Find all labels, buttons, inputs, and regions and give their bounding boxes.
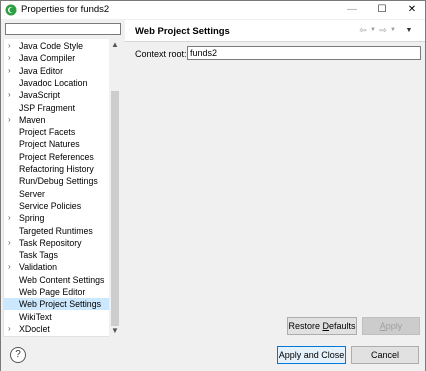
eclipse-app-icon [5, 4, 17, 16]
close-button[interactable]: ✕ [397, 1, 426, 19]
tree-item[interactable]: › Spring [4, 212, 109, 224]
view-menu-icon[interactable]: ▼ [404, 27, 414, 38]
chevron-right-icon[interactable]: › [8, 212, 16, 224]
apply-button[interactable]: Apply [362, 317, 420, 335]
tree-item[interactable]: Run/Debug Settings [4, 175, 109, 187]
chevron-right-icon[interactable]: › [8, 52, 16, 64]
tree-item-label: Spring [19, 213, 45, 224]
tree-scrollbar[interactable]: ▲ ▼ [109, 39, 121, 337]
page-title: Web Project Settings [135, 26, 230, 37]
tree-item-label: Java Code Style [19, 41, 84, 51]
filter-input[interactable] [5, 23, 121, 35]
window-title: Properties for funds2 [21, 4, 110, 15]
tree-item-label: Maven [19, 114, 46, 125]
chevron-right-icon[interactable]: › [8, 323, 16, 335]
properties-dialog: Properties for funds2 — ☐ ✕ › Java Code S… [0, 0, 426, 371]
context-root-input[interactable] [187, 46, 421, 60]
tree-item[interactable]: Server [4, 188, 109, 200]
forward-dropdown-icon[interactable]: ▼ [388, 27, 398, 38]
bottom-bar: ? Apply and Close Cancel [1, 340, 425, 371]
apply-suffix: pply [385, 321, 403, 331]
tree-item[interactable]: Project Facets [4, 126, 109, 138]
tree-item[interactable]: Refactoring History [4, 163, 109, 175]
tree-item-label: WikiText [19, 311, 52, 322]
restore-defaults-button[interactable]: Restore Defaults [287, 317, 357, 335]
tree-item[interactable]: Task Tags [4, 249, 109, 261]
restore-defaults-prefix: Restore [288, 321, 323, 331]
tree-item-label: JavaScript [19, 90, 61, 101]
tree-item-label: Service Policies [19, 200, 82, 211]
tree-item[interactable]: Targeted Runtimes [4, 225, 109, 237]
chevron-right-icon[interactable]: › [8, 261, 16, 273]
tree-item-label: Validation [19, 262, 57, 273]
apply-and-close-button[interactable]: Apply and Close [277, 346, 346, 364]
tree-item-label: JSP Fragment [19, 102, 76, 113]
tree-item-label: Server [19, 188, 45, 199]
tree-item[interactable]: Javadoc Location [4, 77, 109, 89]
cancel-button[interactable]: Cancel [351, 346, 419, 364]
tree-item-label: Run/Debug Settings [19, 176, 98, 187]
tree-item[interactable]: › Java Editor [4, 65, 109, 77]
scroll-up-icon[interactable]: ▲ [109, 39, 121, 51]
tree-item-label: Web Content Settings [19, 274, 105, 285]
tree-item[interactable]: Web Project Settings [4, 298, 109, 311]
tree-item-label: Java Compiler [19, 53, 76, 64]
tree-item-label: Project Facets [19, 127, 76, 138]
left-pane: › Java Code Style › Java Compiler › Java Edit… [3, 20, 123, 340]
forward-arrow-icon[interactable]: ⇨ [378, 25, 388, 36]
tree-item-label: Task Repository [19, 237, 82, 248]
tree-item[interactable]: WikiText [4, 311, 109, 323]
property-tree: › Java Code Style › Java Compiler › Java Edit… [3, 39, 109, 337]
tree-item[interactable]: JSP Fragment [4, 102, 109, 114]
tree-item[interactable]: › Maven [4, 114, 109, 126]
back-dropdown-icon[interactable]: ▼ [368, 27, 378, 38]
tree-item-label: Targeted Runtimes [19, 225, 93, 236]
tree-item[interactable]: Web Page Editor [4, 286, 109, 298]
tree-item[interactable]: › Task Repository [4, 237, 109, 249]
back-arrow-icon[interactable]: ⇦ [358, 25, 368, 36]
tree-item[interactable]: › Java Code Style [4, 40, 109, 52]
tree-item-label: Project References [19, 151, 94, 162]
tree-item[interactable]: Service Policies [4, 200, 109, 212]
chevron-right-icon[interactable]: › [8, 114, 16, 126]
tree-item[interactable]: Project Natures [4, 138, 109, 150]
tree-item[interactable]: › Validation [4, 261, 109, 273]
tree-item-label: XDoclet [19, 323, 50, 334]
chevron-right-icon[interactable]: › [8, 89, 16, 101]
tree-item[interactable]: › JavaScript [4, 89, 109, 101]
tree-item-label: Project Natures [19, 139, 80, 150]
tree-item[interactable]: › XDoclet [4, 323, 109, 335]
right-pane: Web Project Settings ⇦ ▼ ⇨ ▼ ▼ Context r… [125, 20, 425, 340]
scrollbar-thumb[interactable] [111, 91, 119, 326]
tree-item-label: Web Project Settings [19, 299, 101, 310]
chevron-right-icon[interactable]: › [8, 40, 16, 52]
tree-item[interactable]: › Java Compiler [4, 52, 109, 64]
restore-defaults-suffix: efaults [328, 321, 356, 331]
tree-item-label: Task Tags [19, 250, 58, 261]
tree-item-label: Web Page Editor [19, 287, 86, 297]
minimize-button[interactable]: — [337, 1, 367, 19]
help-icon[interactable]: ? [10, 347, 26, 363]
page-header: Web Project Settings ⇦ ▼ ⇨ ▼ ▼ [125, 20, 425, 42]
maximize-button[interactable]: ☐ [367, 1, 397, 19]
tree-item-label: Refactoring History [19, 164, 94, 174]
tree-item[interactable]: Web Content Settings [4, 274, 109, 286]
title-bar: Properties for funds2 — ☐ ✕ [1, 1, 425, 19]
tree-item-label: Java Editor [19, 65, 64, 76]
tree-item-label: Javadoc Location [19, 77, 88, 88]
scroll-down-icon[interactable]: ▼ [109, 325, 121, 337]
tree-item[interactable]: Project References [4, 151, 109, 163]
chevron-right-icon[interactable]: › [8, 237, 16, 249]
context-root-label: Context root: [135, 49, 187, 59]
chevron-right-icon[interactable]: › [8, 65, 16, 77]
